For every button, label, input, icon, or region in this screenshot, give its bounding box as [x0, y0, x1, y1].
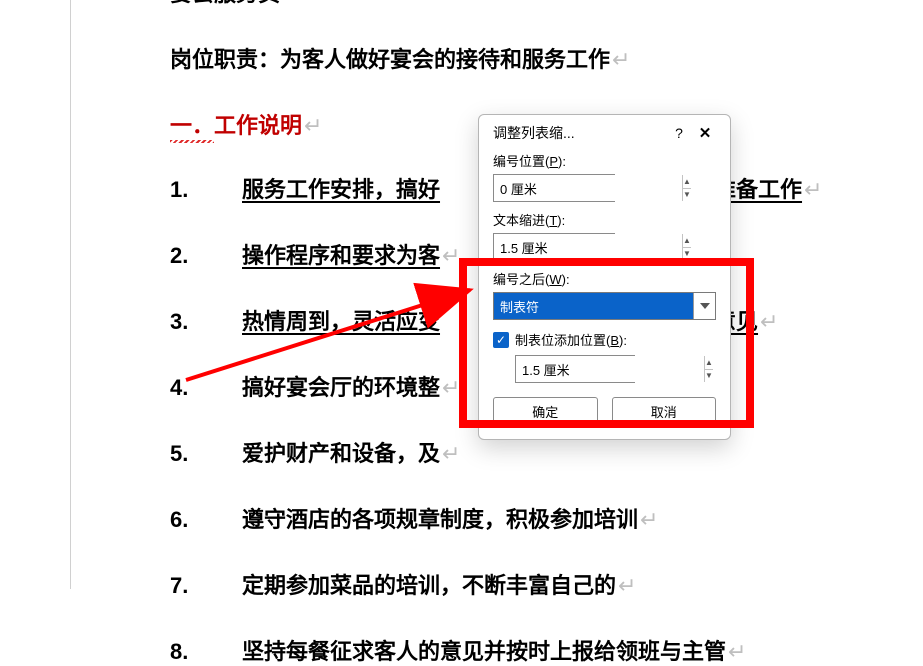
spin-up-icon[interactable]: ▲	[705, 356, 713, 370]
paragraph-mark-icon: ↵	[760, 309, 778, 335]
spin-down-icon[interactable]: ▼	[705, 370, 713, 383]
paragraph-mark-icon: ↵	[640, 507, 658, 533]
tab-stop-checkbox[interactable]: ✓	[493, 332, 509, 348]
list-number: 7.	[170, 573, 242, 599]
list-text: 爱护财产和设备，及	[242, 436, 440, 468]
number-position-label: 编号位置(P):	[493, 151, 716, 170]
paragraph-mark-icon: ↵	[304, 113, 322, 138]
cancel-button[interactable]: 取消	[612, 397, 717, 425]
list-number: 3.	[170, 309, 242, 335]
list-text: 遵守酒店的各项规章制度，积极参加培训	[242, 502, 638, 534]
list-item[interactable]: 8. 坚持每餐征求客人的意见并按时上报给领班与主管 ↵	[170, 634, 890, 666]
paragraph-mark-icon: ↵	[282, 0, 300, 6]
list-item[interactable]: 6. 遵守酒店的各项规章制度，积极参加培训 ↵	[170, 502, 890, 534]
list-text: 坚持每餐征求客人的意见并按时上报给领班与主管	[242, 634, 726, 666]
help-button[interactable]: ?	[666, 125, 692, 141]
after-number-value: 制表符	[494, 293, 693, 319]
doc-title: 宴会服务员↵	[170, 0, 890, 8]
list-number: 5.	[170, 441, 242, 467]
tab-stop-input[interactable]	[516, 356, 704, 382]
paragraph-mark-icon: ↵	[804, 177, 822, 203]
spin-up-icon[interactable]: ▲	[683, 234, 691, 248]
list-text: 搞好宴会厅的环境整	[242, 370, 440, 402]
tab-stop-spinner[interactable]: ▲▼	[515, 355, 635, 383]
list-text: 服务工作安排，搞好	[242, 172, 440, 204]
list-text: 操作程序和要求为客	[242, 238, 440, 270]
paragraph-mark-icon: ↵	[728, 639, 746, 665]
list-number: 2.	[170, 243, 242, 269]
paragraph-mark-icon: ↵	[442, 441, 460, 467]
close-button[interactable]: ✕	[692, 124, 718, 142]
paragraph-mark-icon: ↵	[612, 47, 630, 72]
dialog-title: 调整列表缩...	[493, 123, 666, 143]
text-indent-field: 文本缩进(T): ▲▼	[493, 210, 716, 261]
list-item[interactable]: 7. 定期参加菜品的培训，不断丰富自己的 ↵	[170, 568, 890, 600]
doc-duty-line: 岗位职责：为客人做好宴会的接待和服务工作↵	[170, 42, 890, 74]
list-text: 定期参加菜品的培训，不断丰富自己的	[242, 568, 616, 600]
after-number-field: 编号之后(W): 制表符	[493, 269, 716, 320]
number-position-field: 编号位置(P): ▲▼	[493, 151, 716, 202]
paragraph-mark-icon: ↵	[442, 375, 460, 401]
adjust-list-indent-dialog: 调整列表缩... ? ✕ 编号位置(P): ▲▼ 文本缩进(T): ▲▼ 编号之…	[478, 114, 731, 440]
list-number: 8.	[170, 639, 242, 665]
list-number: 6.	[170, 507, 242, 533]
spellcheck-squiggle: 一．	[170, 108, 214, 140]
list-number: 4.	[170, 375, 242, 401]
after-number-label: 编号之后(W):	[493, 269, 716, 288]
spin-down-icon[interactable]: ▼	[683, 248, 691, 261]
paragraph-mark-icon: ↵	[618, 573, 636, 599]
list-item[interactable]: 5. 爱护财产和设备，及 ↵	[170, 436, 890, 468]
text-indent-input[interactable]	[494, 234, 682, 260]
number-position-spinner[interactable]: ▲▼	[493, 174, 615, 202]
spin-down-icon[interactable]: ▼	[683, 189, 691, 202]
page-left-edge	[70, 0, 71, 589]
chevron-down-icon[interactable]	[693, 293, 715, 319]
tab-stop-label: 制表位添加位置(B):	[515, 330, 627, 349]
tab-stop-checkbox-row[interactable]: ✓ 制表位添加位置(B):	[493, 330, 716, 349]
list-text: 热情周到，灵活应变	[242, 304, 440, 336]
number-position-input[interactable]	[494, 175, 682, 201]
paragraph-mark-icon: ↵	[442, 243, 460, 269]
dialog-titlebar[interactable]: 调整列表缩... ? ✕	[479, 115, 730, 149]
text-indent-spinner[interactable]: ▲▼	[493, 233, 615, 261]
spin-up-icon[interactable]: ▲	[683, 175, 691, 189]
text-indent-label: 文本缩进(T):	[493, 210, 716, 229]
list-number: 1.	[170, 177, 242, 203]
after-number-combo[interactable]: 制表符	[493, 292, 716, 320]
ok-button[interactable]: 确定	[493, 397, 598, 425]
